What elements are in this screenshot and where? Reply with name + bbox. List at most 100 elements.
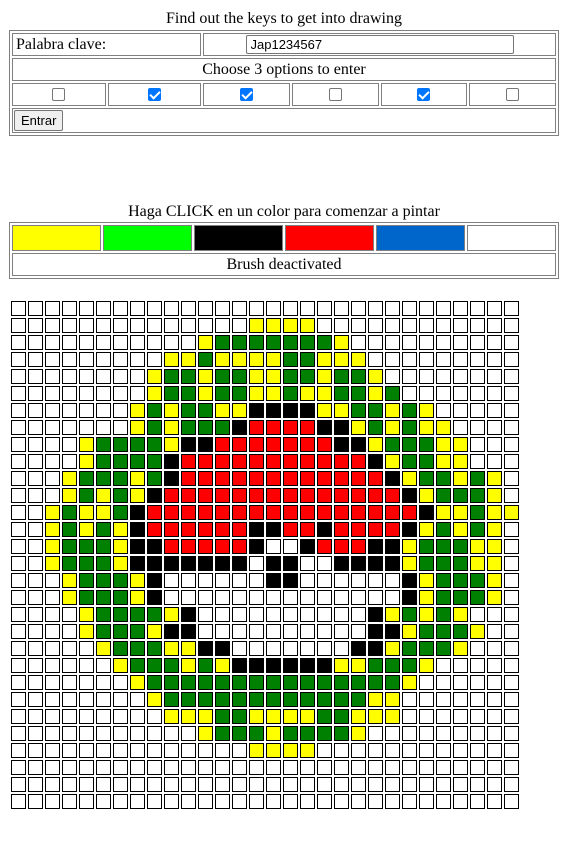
pixel-cell[interactable] [334, 726, 349, 741]
pixel-cell[interactable] [402, 522, 417, 537]
pixel-cell[interactable] [28, 420, 43, 435]
pixel-cell[interactable] [215, 624, 230, 639]
pixel-cell[interactable] [232, 777, 247, 792]
pixel-cell[interactable] [368, 420, 383, 435]
pixel-cell[interactable] [470, 641, 485, 656]
pixel-cell[interactable] [147, 420, 162, 435]
pixel-cell[interactable] [96, 352, 111, 367]
pixel-cell[interactable] [198, 675, 213, 690]
pixel-cell[interactable] [79, 454, 94, 469]
pixel-cell[interactable] [79, 624, 94, 639]
pixel-cell[interactable] [62, 607, 77, 622]
pixel-cell[interactable] [45, 624, 60, 639]
pixel-cell[interactable] [181, 471, 196, 486]
pixel-cell[interactable] [351, 743, 366, 758]
pixel-cell[interactable] [249, 743, 264, 758]
pixel-cell[interactable] [402, 726, 417, 741]
pixel-cell[interactable] [164, 607, 179, 622]
pixel-cell[interactable] [385, 471, 400, 486]
pixel-cell[interactable] [317, 386, 332, 401]
pixel-cell[interactable] [385, 794, 400, 809]
pixel-cell[interactable] [487, 760, 502, 775]
pixel-cell[interactable] [453, 522, 468, 537]
pixel-cell[interactable] [147, 403, 162, 418]
pixel-cell[interactable] [113, 437, 128, 452]
pixel-cell[interactable] [232, 760, 247, 775]
pixel-cell[interactable] [300, 386, 315, 401]
pixel-cell[interactable] [419, 692, 434, 707]
pixel-cell[interactable] [113, 471, 128, 486]
pixel-cell[interactable] [11, 403, 26, 418]
pixel-cell[interactable] [79, 505, 94, 520]
pixel-cell[interactable] [368, 709, 383, 724]
pixel-cell[interactable] [249, 556, 264, 571]
pixel-cell[interactable] [283, 471, 298, 486]
pixel-cell[interactable] [232, 573, 247, 588]
pixel-cell[interactable] [28, 437, 43, 452]
pixel-cell[interactable] [215, 369, 230, 384]
pixel-cell[interactable] [487, 369, 502, 384]
pixel-cell[interactable] [96, 556, 111, 571]
pixel-cell[interactable] [215, 709, 230, 724]
pixel-cell[interactable] [419, 488, 434, 503]
pixel-cell[interactable] [402, 505, 417, 520]
pixel-cell[interactable] [181, 573, 196, 588]
pixel-cell[interactable] [147, 794, 162, 809]
pixel-cell[interactable] [164, 590, 179, 605]
pixel-cell[interactable] [79, 658, 94, 673]
pixel-cell[interactable] [334, 369, 349, 384]
pixel-cell[interactable] [470, 624, 485, 639]
pixel-cell[interactable] [198, 437, 213, 452]
pixel-cell[interactable] [181, 505, 196, 520]
pixel-cell[interactable] [351, 777, 366, 792]
pixel-cell[interactable] [147, 590, 162, 605]
pixel-cell[interactable] [487, 709, 502, 724]
pixel-cell[interactable] [436, 556, 451, 571]
pixel-cell[interactable] [130, 573, 145, 588]
pixel-cell[interactable] [334, 437, 349, 452]
pixel-cell[interactable] [300, 692, 315, 707]
pixel-cell[interactable] [11, 709, 26, 724]
pixel-cell[interactable] [402, 335, 417, 350]
pixel-cell[interactable] [504, 607, 519, 622]
pixel-cell[interactable] [283, 556, 298, 571]
pixel-cell[interactable] [487, 641, 502, 656]
pixel-cell[interactable] [215, 743, 230, 758]
pixel-cell[interactable] [249, 607, 264, 622]
pixel-cell[interactable] [45, 505, 60, 520]
pixel-cell[interactable] [45, 777, 60, 792]
pixel-cell[interactable] [368, 403, 383, 418]
pixel-cell[interactable] [164, 573, 179, 588]
pixel-cell[interactable] [232, 454, 247, 469]
pixel-cell[interactable] [266, 692, 281, 707]
pixel-cell[interactable] [249, 692, 264, 707]
pixel-cell[interactable] [419, 505, 434, 520]
pixel-cell[interactable] [28, 505, 43, 520]
pixel-cell[interactable] [147, 760, 162, 775]
pixel-cell[interactable] [300, 777, 315, 792]
pixel-cell[interactable] [130, 743, 145, 758]
pixel-cell[interactable] [79, 352, 94, 367]
pixel-cell[interactable] [453, 539, 468, 554]
pixel-cell[interactable] [453, 335, 468, 350]
pixel-cell[interactable] [368, 794, 383, 809]
pixel-cell[interactable] [62, 709, 77, 724]
swatch-red[interactable] [285, 225, 374, 251]
pixel-cell[interactable] [351, 692, 366, 707]
pixel-cell[interactable] [147, 641, 162, 656]
pixel-cell[interactable] [283, 675, 298, 690]
pixel-cell[interactable] [130, 539, 145, 554]
pixel-cell[interactable] [249, 641, 264, 656]
pixel-cell[interactable] [300, 522, 315, 537]
pixel-cell[interactable] [300, 369, 315, 384]
pixel-cell[interactable] [487, 352, 502, 367]
pixel-cell[interactable] [181, 301, 196, 316]
pixel-cell[interactable] [130, 301, 145, 316]
pixel-cell[interactable] [436, 590, 451, 605]
pixel-cell[interactable] [351, 794, 366, 809]
pixel-cell[interactable] [62, 420, 77, 435]
pixel-cell[interactable] [45, 386, 60, 401]
pixel-cell[interactable] [11, 437, 26, 452]
pixel-cell[interactable] [28, 590, 43, 605]
pixel-cell[interactable] [487, 573, 502, 588]
